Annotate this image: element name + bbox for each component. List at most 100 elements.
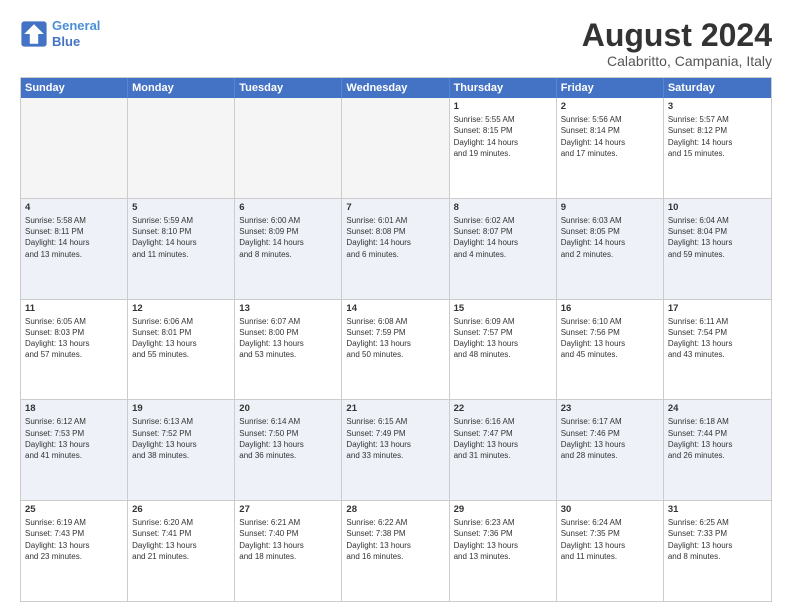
logo-text: General Blue (52, 18, 100, 49)
day-number: 10 (668, 202, 767, 213)
weekday-header-friday: Friday (557, 78, 664, 98)
day-cell-26: 26 Sunrise: 6:20 AM Sunset: 7:41 PM Dayli… (128, 501, 235, 601)
logo: General Blue (20, 18, 100, 49)
weekday-header-monday: Monday (128, 78, 235, 98)
day-number: 23 (561, 403, 659, 414)
day-cell-21: 21Sunrise: 6:15 AM Sunset: 7:49 PM Dayli… (342, 400, 449, 500)
day-info: Sunrise: 6:18 AM Sunset: 7:44 PM Dayligh… (668, 416, 767, 461)
day-cell-24: 24 Sunrise: 6:18 AM Sunset: 7:44 PM Dayli… (664, 400, 771, 500)
day-cell-1: 1Sunrise: 5:55 AM Sunset: 8:15 PM Daylig… (450, 98, 557, 198)
day-cell-11: 11 Sunrise: 6:05 AM Sunset: 8:03 PM Dayli… (21, 300, 128, 400)
day-info: Sunrise: 6:08 AM Sunset: 7:59 PM Dayligh… (346, 316, 444, 361)
day-info: Sunrise: 6:07 AM Sunset: 8:00 PM Dayligh… (239, 316, 337, 361)
day-cell-12: 12Sunrise: 6:06 AM Sunset: 8:01 PM Dayli… (128, 300, 235, 400)
day-number: 6 (239, 202, 337, 213)
day-cell-2: 2Sunrise: 5:56 AM Sunset: 8:14 PM Daylig… (557, 98, 664, 198)
day-cell-27: 27 Sunrise: 6:21 AM Sunset: 7:40 PM Dayli… (235, 501, 342, 601)
day-number: 27 (239, 504, 337, 515)
day-number: 20 (239, 403, 337, 414)
day-cell-9: 9 Sunrise: 6:03 AM Sunset: 8:05 PM Daylig… (557, 199, 664, 299)
day-number: 7 (346, 202, 444, 213)
day-cell-22: 22 Sunrise: 6:16 AM Sunset: 7:47 PM Dayli… (450, 400, 557, 500)
weekday-header-saturday: Saturday (664, 78, 771, 98)
weekday-header-tuesday: Tuesday (235, 78, 342, 98)
day-number: 24 (668, 403, 767, 414)
empty-cell (235, 98, 342, 198)
day-info: Sunrise: 6:15 AM Sunset: 7:49 PM Dayligh… (346, 416, 444, 461)
calendar: SundayMondayTuesdayWednesdayThursdayFrid… (20, 77, 772, 602)
day-number: 26 (132, 504, 230, 515)
day-info: Sunrise: 6:21 AM Sunset: 7:40 PM Dayligh… (239, 517, 337, 562)
day-info: Sunrise: 6:19 AM Sunset: 7:43 PM Dayligh… (25, 517, 123, 562)
day-number: 16 (561, 303, 659, 314)
day-info: Sunrise: 6:20 AM Sunset: 7:41 PM Dayligh… (132, 517, 230, 562)
day-number: 25 (25, 504, 123, 515)
day-info: Sunrise: 6:24 AM Sunset: 7:35 PM Dayligh… (561, 517, 659, 562)
day-info: Sunrise: 5:58 AM Sunset: 8:11 PM Dayligh… (25, 215, 123, 260)
day-cell-15: 15Sunrise: 6:09 AM Sunset: 7:57 PM Dayli… (450, 300, 557, 400)
day-number: 11 (25, 303, 123, 314)
day-number: 28 (346, 504, 444, 515)
day-cell-3: 3Sunrise: 5:57 AM Sunset: 8:12 PM Daylig… (664, 98, 771, 198)
day-cell-5: 5 Sunrise: 5:59 AM Sunset: 8:10 PM Daylig… (128, 199, 235, 299)
title-block: August 2024 Calabritto, Campania, Italy (582, 18, 772, 69)
calendar-row-0: 1Sunrise: 5:55 AM Sunset: 8:15 PM Daylig… (21, 98, 771, 198)
day-number: 8 (454, 202, 552, 213)
calendar-row-3: 18Sunrise: 6:12 AM Sunset: 7:53 PM Dayli… (21, 399, 771, 500)
day-cell-8: 8 Sunrise: 6:02 AM Sunset: 8:07 PM Daylig… (450, 199, 557, 299)
day-number: 4 (25, 202, 123, 213)
day-info: Sunrise: 6:00 AM Sunset: 8:09 PM Dayligh… (239, 215, 337, 260)
day-info: Sunrise: 6:09 AM Sunset: 7:57 PM Dayligh… (454, 316, 552, 361)
day-number: 5 (132, 202, 230, 213)
subtitle: Calabritto, Campania, Italy (582, 53, 772, 69)
page: General Blue August 2024 Calabritto, Cam… (0, 0, 792, 612)
logo-icon (20, 20, 48, 48)
day-info: Sunrise: 6:04 AM Sunset: 8:04 PM Dayligh… (668, 215, 767, 260)
weekday-header-sunday: Sunday (21, 78, 128, 98)
day-cell-14: 14 Sunrise: 6:08 AM Sunset: 7:59 PM Dayli… (342, 300, 449, 400)
header: General Blue August 2024 Calabritto, Cam… (20, 18, 772, 69)
day-info: Sunrise: 5:59 AM Sunset: 8:10 PM Dayligh… (132, 215, 230, 260)
day-number: 9 (561, 202, 659, 213)
day-cell-16: 16Sunrise: 6:10 AM Sunset: 7:56 PM Dayli… (557, 300, 664, 400)
day-info: Sunrise: 6:02 AM Sunset: 8:07 PM Dayligh… (454, 215, 552, 260)
day-cell-29: 29Sunrise: 6:23 AM Sunset: 7:36 PM Dayli… (450, 501, 557, 601)
calendar-body: 1Sunrise: 5:55 AM Sunset: 8:15 PM Daylig… (21, 98, 771, 601)
calendar-header: SundayMondayTuesdayWednesdayThursdayFrid… (21, 78, 771, 98)
day-number: 30 (561, 504, 659, 515)
day-number: 12 (132, 303, 230, 314)
day-number: 3 (668, 101, 767, 112)
day-info: Sunrise: 6:17 AM Sunset: 7:46 PM Dayligh… (561, 416, 659, 461)
day-cell-25: 25 Sunrise: 6:19 AM Sunset: 7:43 PM Dayli… (21, 501, 128, 601)
day-info: Sunrise: 6:11 AM Sunset: 7:54 PM Dayligh… (668, 316, 767, 361)
calendar-row-2: 11 Sunrise: 6:05 AM Sunset: 8:03 PM Dayli… (21, 299, 771, 400)
weekday-header-thursday: Thursday (450, 78, 557, 98)
day-info: Sunrise: 6:16 AM Sunset: 7:47 PM Dayligh… (454, 416, 552, 461)
calendar-row-1: 4 Sunrise: 5:58 AM Sunset: 8:11 PM Daylig… (21, 198, 771, 299)
day-number: 18 (25, 403, 123, 414)
day-info: Sunrise: 6:13 AM Sunset: 7:52 PM Dayligh… (132, 416, 230, 461)
day-cell-30: 30 Sunrise: 6:24 AM Sunset: 7:35 PM Dayli… (557, 501, 664, 601)
main-title: August 2024 (582, 18, 772, 53)
day-number: 17 (668, 303, 767, 314)
calendar-row-4: 25 Sunrise: 6:19 AM Sunset: 7:43 PM Dayli… (21, 500, 771, 601)
empty-cell (342, 98, 449, 198)
day-info: Sunrise: 6:05 AM Sunset: 8:03 PM Dayligh… (25, 316, 123, 361)
day-number: 29 (454, 504, 552, 515)
day-info: Sunrise: 6:01 AM Sunset: 8:08 PM Dayligh… (346, 215, 444, 260)
day-cell-17: 17 Sunrise: 6:11 AM Sunset: 7:54 PM Dayli… (664, 300, 771, 400)
day-info: Sunrise: 6:03 AM Sunset: 8:05 PM Dayligh… (561, 215, 659, 260)
day-number: 22 (454, 403, 552, 414)
day-info: Sunrise: 6:25 AM Sunset: 7:33 PM Dayligh… (668, 517, 767, 562)
empty-cell (21, 98, 128, 198)
day-cell-20: 20Sunrise: 6:14 AM Sunset: 7:50 PM Dayli… (235, 400, 342, 500)
logo-line1: General (52, 18, 100, 33)
day-cell-6: 6 Sunrise: 6:00 AM Sunset: 8:09 PM Daylig… (235, 199, 342, 299)
empty-cell (128, 98, 235, 198)
day-cell-19: 19Sunrise: 6:13 AM Sunset: 7:52 PM Dayli… (128, 400, 235, 500)
day-cell-4: 4 Sunrise: 5:58 AM Sunset: 8:11 PM Daylig… (21, 199, 128, 299)
day-number: 14 (346, 303, 444, 314)
day-cell-13: 13Sunrise: 6:07 AM Sunset: 8:00 PM Dayli… (235, 300, 342, 400)
day-cell-18: 18Sunrise: 6:12 AM Sunset: 7:53 PM Dayli… (21, 400, 128, 500)
day-info: Sunrise: 5:56 AM Sunset: 8:14 PM Dayligh… (561, 114, 659, 159)
